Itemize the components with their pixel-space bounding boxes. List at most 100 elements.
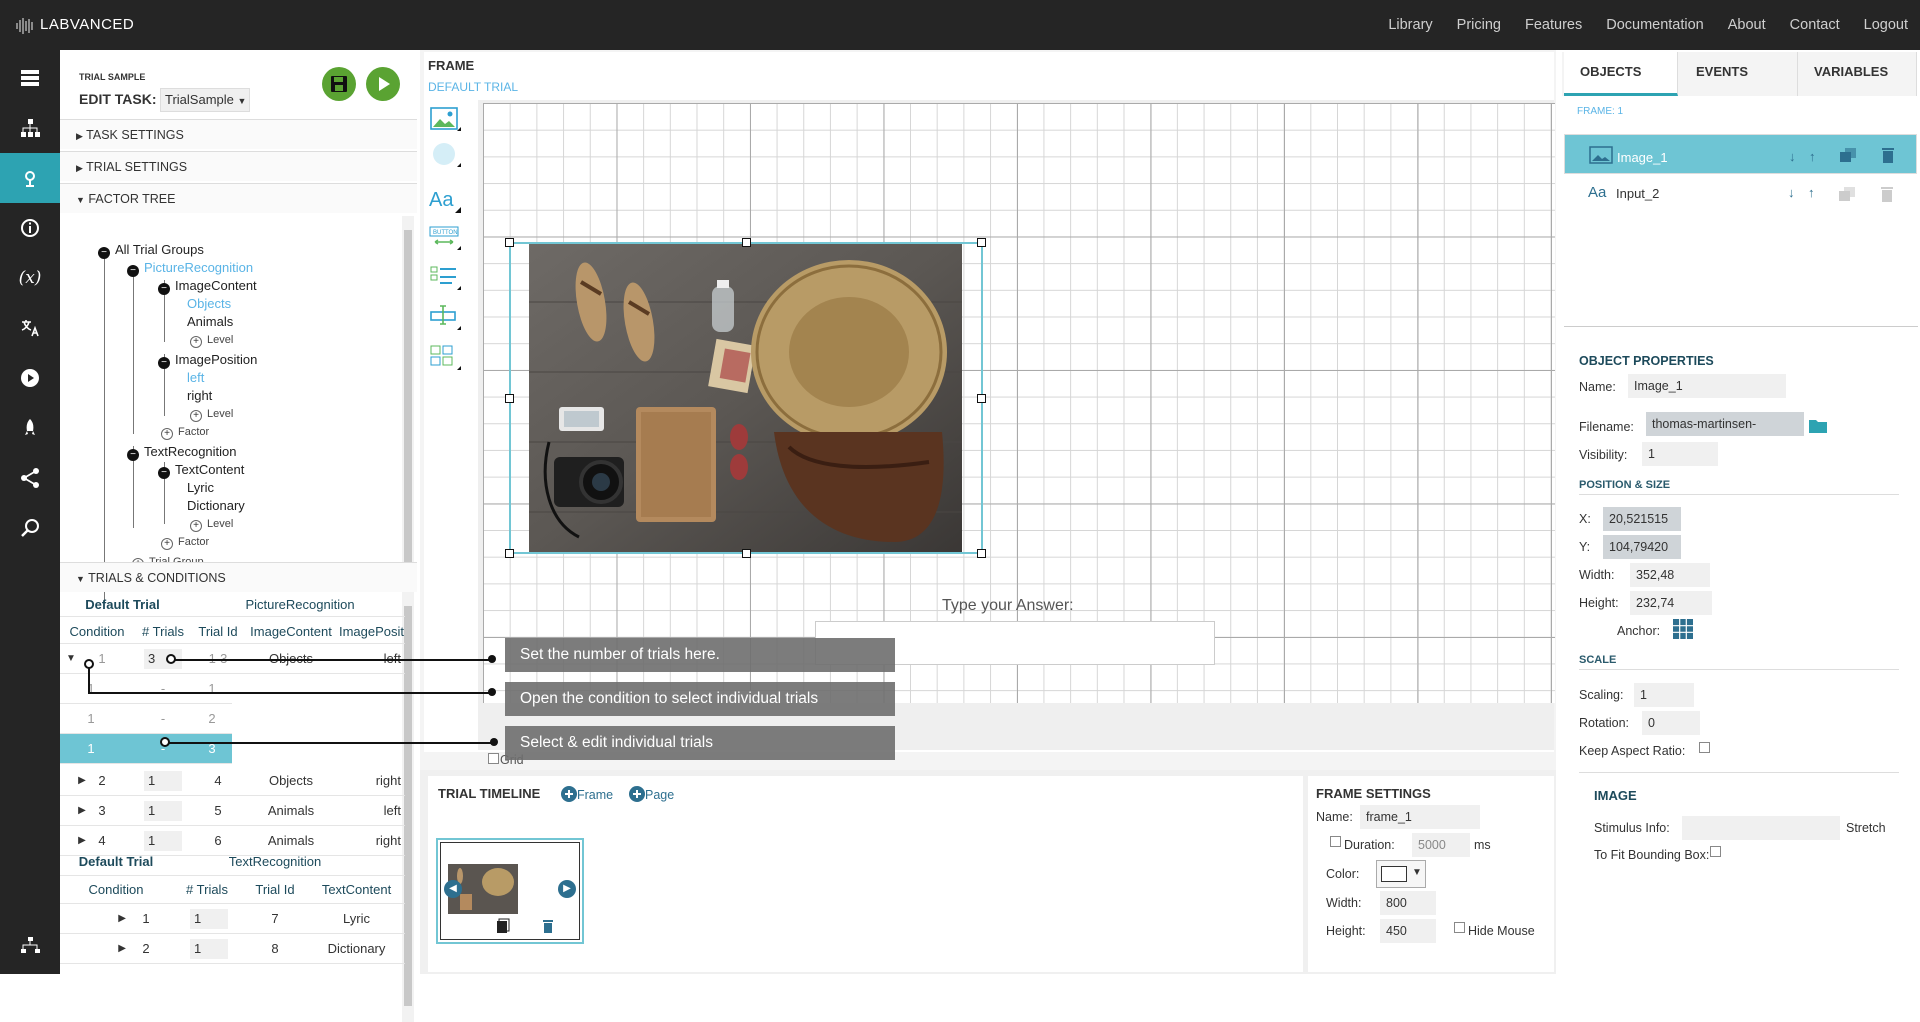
sidebar-list-icon[interactable] (0, 53, 60, 103)
trial-settings-section[interactable]: ▶ TRIAL SETTINGS (60, 151, 417, 181)
add-input-tool[interactable] (429, 303, 461, 333)
anchor-grid-icon[interactable] (1672, 618, 1694, 640)
trials-count-input[interactable]: 1 (144, 771, 182, 791)
tab-events[interactable]: EVENTS (1680, 52, 1798, 96)
nav-logout[interactable]: Logout (1852, 0, 1920, 50)
add-button-tool[interactable]: BUTTON (429, 223, 461, 253)
tab-variables[interactable]: VARIABLES (1798, 52, 1917, 96)
collapse-icon[interactable]: − (158, 467, 170, 479)
add-page-button[interactable]: Page (629, 786, 674, 802)
resize-handle[interactable] (977, 238, 986, 247)
stretch-fit-checkbox[interactable] (1710, 846, 1721, 857)
add-level-button[interactable]: + Level (190, 518, 233, 532)
tree-level-animals[interactable]: Animals (187, 314, 233, 329)
trash-icon[interactable] (542, 918, 554, 934)
add-level-button[interactable]: + Level (190, 334, 233, 348)
resize-handle[interactable] (977, 549, 986, 558)
nav-library[interactable]: Library (1376, 0, 1444, 50)
table-row[interactable]: ▶ 2 1 8 Dictionary (60, 934, 405, 964)
frame-width-input[interactable]: 800 (1380, 891, 1436, 915)
rotation-input[interactable]: 0 (1642, 711, 1700, 735)
stimulus-info-input[interactable] (1682, 816, 1840, 840)
collapse-icon[interactable]: − (127, 265, 139, 277)
object-item-image1[interactable]: Image_1 ↓ ↑ (1564, 134, 1917, 174)
resize-handle[interactable] (742, 238, 751, 247)
collapse-icon[interactable]: − (158, 357, 170, 369)
nav-documentation[interactable]: Documentation (1594, 0, 1716, 50)
tree-group-text[interactable]: − TextRecognition (127, 444, 237, 461)
grid-checkbox[interactable] (488, 753, 499, 764)
collapse-icon[interactable]: − (98, 247, 110, 259)
tree-group-picture[interactable]: − PictureRecognition (127, 260, 253, 277)
sidebar-editor-icon[interactable] (0, 153, 60, 203)
add-image-tool[interactable] (429, 105, 461, 135)
tree-level-dictionary[interactable]: Dictionary (187, 498, 245, 513)
trash-icon[interactable] (1881, 146, 1895, 164)
sidebar-translate-icon[interactable] (0, 303, 60, 353)
tab-objects[interactable]: OBJECTS (1564, 52, 1678, 96)
tree-level-right[interactable]: right (187, 388, 212, 403)
scaling-input[interactable]: 1 (1634, 683, 1694, 707)
duration-checkbox[interactable] (1330, 836, 1341, 847)
move-down-icon[interactable]: ↓ (1788, 185, 1795, 200)
table-subrow-selected[interactable]: 1 - 3 (60, 734, 232, 764)
resize-handle[interactable] (505, 549, 514, 558)
x-position-input[interactable]: 20,521515 (1603, 507, 1681, 531)
object-item-input2[interactable]: Aa Input_2 ↓ ↑ (1564, 174, 1917, 214)
keep-aspect-checkbox[interactable] (1699, 742, 1710, 753)
tree-level-left[interactable]: left (187, 370, 204, 385)
tree-scrollbar[interactable] (402, 216, 414, 610)
filename-input[interactable]: thomas-martinsen- (1646, 412, 1804, 436)
factor-tree-section[interactable]: ▼ FACTOR TREE (60, 183, 417, 213)
copy-icon[interactable] (496, 918, 510, 934)
add-shape-tool[interactable] (429, 141, 461, 171)
resize-handle[interactable] (742, 549, 751, 558)
collapse-icon[interactable]: − (127, 449, 139, 461)
frame-thumbnail[interactable]: ◀ ▶ (436, 838, 584, 944)
table-row[interactable]: ▶ 3 1 5 Animals left (60, 796, 405, 826)
visibility-input[interactable]: 1 (1642, 442, 1718, 466)
add-grid-tool[interactable] (429, 343, 461, 373)
y-position-input[interactable]: 104,79420 (1603, 535, 1681, 559)
resize-handle[interactable] (505, 394, 514, 403)
image-selection-box[interactable] (509, 242, 983, 554)
tree-root[interactable]: − All Trial Groups (98, 242, 204, 259)
sidebar-rocket-icon[interactable] (0, 403, 60, 453)
tree-level-lyric[interactable]: Lyric (187, 480, 214, 495)
add-factor-button[interactable]: + Factor (161, 536, 209, 550)
expand-row-icon[interactable]: ▶ (60, 904, 140, 934)
move-up-icon[interactable]: ↑ (1808, 185, 1815, 200)
move-right-icon[interactable]: ▶ (558, 880, 576, 898)
table-subrow[interactable]: 1 - 1 (60, 674, 232, 704)
duration-input[interactable]: 5000 (1412, 833, 1470, 857)
task-settings-section[interactable]: ▶ TASK SETTINGS (60, 119, 417, 149)
table-row[interactable]: ▶ 2 1 4 Objects right (60, 766, 405, 796)
run-button[interactable] (366, 67, 400, 101)
table-row[interactable]: ▶ 1 1 7 Lyric (60, 904, 405, 934)
tree-factor-textcontent[interactable]: − TextContent (158, 462, 244, 479)
hide-mouse-checkbox[interactable] (1454, 922, 1465, 933)
add-factor-button[interactable]: + Factor (161, 426, 209, 440)
sidebar-variable-icon[interactable]: (x) (0, 253, 60, 303)
height-input[interactable]: 232,74 (1630, 591, 1712, 615)
duplicate-icon[interactable] (1839, 147, 1857, 163)
tree-level-objects[interactable]: Objects (187, 296, 231, 311)
frame-color-picker[interactable]: ▼ (1376, 860, 1426, 888)
move-down-icon[interactable]: ↓ (1789, 146, 1796, 168)
tree-factor-imagecontent[interactable]: − ImageContent (158, 278, 257, 295)
nav-features[interactable]: Features (1513, 0, 1594, 50)
nav-pricing[interactable]: Pricing (1445, 0, 1513, 50)
sidebar-search-icon[interactable] (0, 503, 60, 553)
trials-count-input[interactable]: 1 (190, 909, 228, 929)
expand-row-icon[interactable]: ▼ (60, 644, 82, 674)
move-left-icon[interactable]: ◀ (444, 880, 462, 898)
duplicate-icon[interactable] (1838, 186, 1856, 202)
nav-contact[interactable]: Contact (1778, 0, 1852, 50)
move-up-icon[interactable]: ↑ (1809, 146, 1816, 168)
add-list-tool[interactable] (429, 263, 461, 293)
resize-handle[interactable] (977, 394, 986, 403)
trials-count-input[interactable]: 1 (144, 801, 182, 821)
add-frame-button[interactable]: Frame (561, 786, 613, 802)
collapse-icon[interactable]: − (158, 283, 170, 295)
save-button[interactable] (322, 67, 356, 101)
